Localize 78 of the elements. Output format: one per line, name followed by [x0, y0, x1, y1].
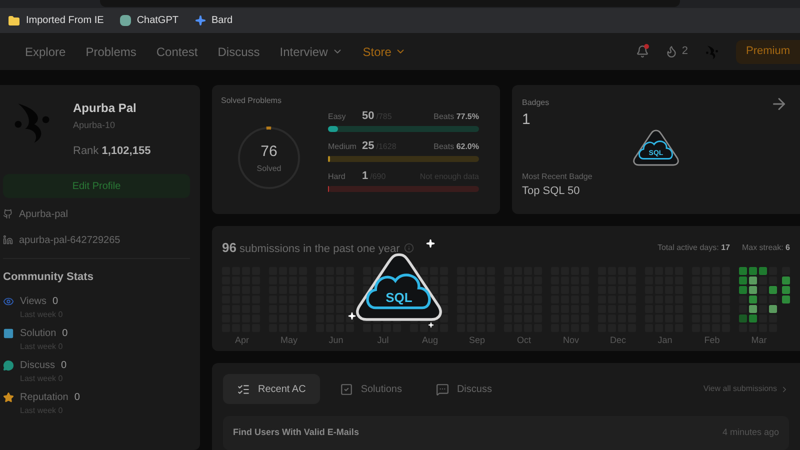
stat-value: 0	[61, 358, 67, 372]
nav-link[interactable]: Explore	[25, 42, 66, 60]
month-label: Feb	[703, 334, 721, 348]
bookmark[interactable]: ChatGPT	[120, 13, 178, 28]
beats-rate: Beats 62.0%	[434, 143, 479, 151]
nav-link[interactable]: Interview	[280, 42, 343, 60]
submission-title: Find Users With Valid E-Mails	[233, 426, 359, 440]
sql-label: SQL	[384, 290, 414, 304]
month-label: Mar	[750, 334, 768, 348]
folder-icon	[8, 14, 20, 26]
rank: Rank 1,102,155	[73, 144, 151, 158]
active-days: Total active days: 17	[657, 242, 730, 254]
info-icon[interactable]	[404, 242, 414, 253]
edit-profile-button[interactable]: Edit Profile	[3, 174, 190, 198]
month-label: Nov	[562, 334, 580, 348]
section-title: Community Stats	[3, 270, 94, 285]
solved-count: 50	[362, 111, 374, 122]
recent-badge-title: Top SQL 50	[522, 184, 580, 200]
stat-value: 0	[74, 390, 80, 404]
sparkle-icon	[426, 238, 435, 248]
sparkle-icon	[428, 322, 434, 328]
recent-badge-caption: Most Recent Badge	[522, 171, 592, 184]
progress-ring	[236, 125, 302, 191]
stat-value: 0	[62, 326, 68, 340]
month-label: Jun	[328, 334, 344, 348]
month-label: Dec	[608, 334, 627, 348]
solved-count: 25	[362, 141, 374, 152]
month-label: Sep	[468, 334, 486, 348]
month-label: Jul	[376, 334, 390, 348]
month-label: Oct	[516, 334, 532, 348]
difficulty-label: Easy	[328, 113, 347, 121]
bookmark[interactable]: Bard	[194, 13, 233, 28]
month-label: Aug	[420, 334, 439, 348]
stat-label: Solution	[20, 326, 56, 340]
tab[interactable]: Discuss	[422, 374, 506, 404]
tab[interactable]: Recent AC	[223, 374, 320, 404]
solved-count: 1	[362, 171, 368, 182]
premium-button[interactable]: Premium	[736, 40, 800, 64]
sparkle-icon	[194, 15, 206, 26]
tab-icon	[436, 382, 449, 396]
view-all-link[interactable]: View all submissions	[703, 383, 789, 395]
tab-icon	[237, 382, 250, 396]
month-label: Jan	[656, 334, 674, 348]
linkedin-icon	[3, 235, 13, 245]
tab[interactable]: Solutions	[326, 374, 416, 404]
profile-link[interactable]: Apurba-pal	[3, 206, 197, 222]
month-label: May	[279, 334, 298, 348]
nav-link[interactable]: Contest	[156, 42, 198, 60]
max-streak: Max streak: 6	[742, 242, 790, 254]
github-icon	[3, 209, 13, 219]
submissions-summary: 96 submissions in the past one year	[222, 238, 400, 257]
flame-icon	[664, 45, 678, 58]
sparkle-icon	[348, 312, 356, 320]
solved-total: 76	[260, 142, 278, 162]
difficulty-label: Medium	[328, 143, 358, 151]
stat-label: Reputation	[20, 390, 68, 404]
stat-label: Views	[20, 294, 46, 308]
chevron-right-icon	[780, 384, 789, 394]
stat-label: Discuss	[20, 358, 56, 372]
nav-link[interactable]: Problems	[86, 42, 136, 60]
arrow-right-icon[interactable]	[770, 95, 788, 113]
profile-name: Apurba Pal	[73, 100, 138, 117]
badge-count: 1	[522, 112, 532, 127]
bookmark[interactable]: Imported From IE	[8, 13, 104, 28]
beats-rate: Beats 77.5%	[434, 113, 479, 121]
profile-link[interactable]: apurba-pal-642729265	[3, 232, 197, 248]
stat-value: 0	[52, 294, 58, 308]
tab-icon	[340, 382, 353, 396]
nav-link[interactable]: Discuss	[218, 42, 260, 60]
difficulty-label: Hard	[328, 173, 346, 181]
month-label: Apr	[234, 334, 250, 348]
solved-label: Solved	[256, 163, 282, 176]
nav-link[interactable]: Store	[362, 42, 406, 60]
username: Apurba-10	[73, 119, 116, 132]
card-title: Solved Problems	[221, 97, 282, 105]
streak-counter[interactable]: 2	[664, 43, 688, 60]
card-title: Badges	[522, 97, 550, 109]
bell-icon[interactable]	[636, 45, 649, 58]
